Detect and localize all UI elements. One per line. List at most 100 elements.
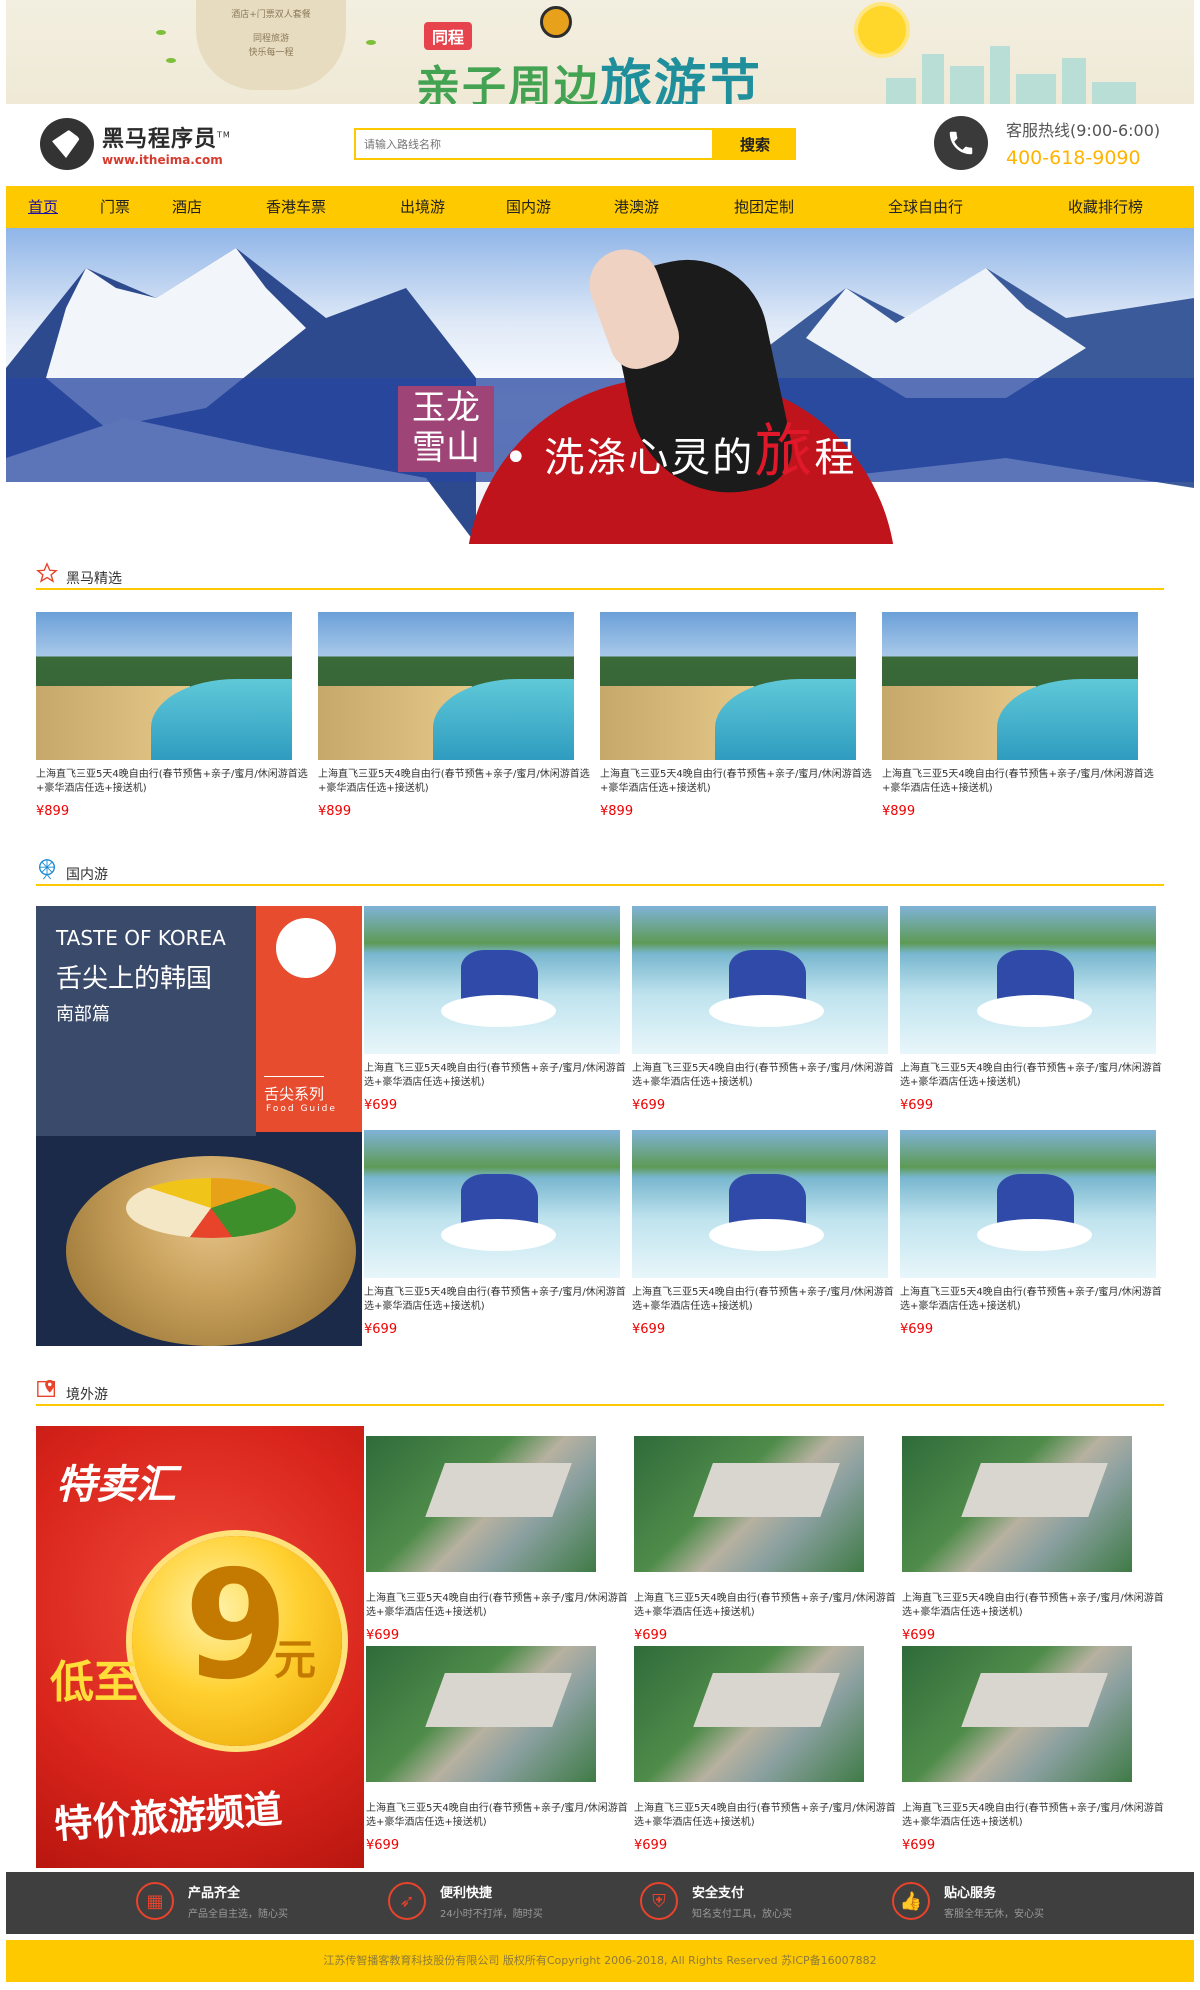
section-header-featured: 黑马精选	[36, 558, 1164, 590]
hero-banner[interactable]: 玉龙 雪山 • 洗涤心灵的旅程	[6, 228, 1194, 544]
copyright-text: 江苏传智播客教育科技股份有限公司 版权所有Copyright 2006-2018…	[323, 1954, 877, 1967]
service-features: ▦ 产品齐全 产品全自主选，随心买 ➶ 便利快捷 24小时不打烊，随时买 ⛨ 安…	[6, 1872, 1194, 1934]
product-price: ¥699	[366, 1838, 400, 1853]
product-card[interactable]: 上海直飞三亚5天4晚自由行(春节预售+亲子/蜜月/休闲游首选+豪华酒店任选+接送…	[366, 1436, 632, 1643]
logo-text: 黑马程序员TM	[102, 127, 231, 152]
nav-item-hk-macau[interactable]: 港澳游	[614, 186, 659, 228]
product-image[interactable]	[366, 1646, 596, 1782]
product-title[interactable]: 上海直飞三亚5天4晚自由行(春节预售+亲子/蜜月/休闲游首选+豪华酒店任选+接送…	[600, 768, 882, 796]
product-card[interactable]: 上海直飞三亚5天4晚自由行(春节预售+亲子/蜜月/休闲游首选+豪华酒店任选+接送…	[632, 906, 898, 1113]
feature-title: 贴心服务	[944, 1886, 997, 1901]
product-image[interactable]	[632, 1130, 888, 1278]
promo-en-title: TASTE OF KOREA	[56, 926, 226, 950]
product-title[interactable]: 上海直飞三亚5天4晚自由行(春节预售+亲子/蜜月/休闲游首选+豪华酒店任选+接送…	[36, 768, 318, 796]
product-card[interactable]: 上海直飞三亚5天4晚自由行(春节预售+亲子/蜜月/休闲游首选+豪华酒店任选+接送…	[366, 1646, 632, 1853]
product-image[interactable]	[318, 612, 574, 760]
main-nav: 首页 门票 酒店 香港车票 出境游 国内游 港澳游 抱团定制 全球自由行 收藏排…	[6, 186, 1194, 228]
product-title[interactable]: 上海直飞三亚5天4晚自由行(春节预售+亲子/蜜月/休闲游首选+豪华酒店任选+接送…	[366, 1592, 632, 1620]
sun-icon	[858, 6, 906, 54]
product-image[interactable]	[632, 906, 888, 1054]
promo-side-panel: 舌尖系列 Food Guide	[256, 906, 362, 1132]
product-image[interactable]	[364, 906, 620, 1054]
product-image[interactable]	[634, 1436, 864, 1572]
horse-logo-icon	[40, 118, 94, 170]
product-price: ¥899	[882, 804, 916, 819]
product-image[interactable]	[36, 612, 292, 760]
featured-grid: 上海直飞三亚5天4晚自由行(春节预售+亲子/蜜月/休闲游首选+豪华酒店任选+接送…	[6, 590, 1194, 850]
product-title[interactable]: 上海直飞三亚5天4晚自由行(春节预售+亲子/蜜月/休闲游首选+豪华酒店任选+接送…	[902, 1802, 1168, 1830]
product-card[interactable]: 上海直飞三亚5天4晚自由行(春节预售+亲子/蜜月/休闲游首选+豪华酒店任选+接送…	[318, 612, 600, 819]
product-card[interactable]: 上海直飞三亚5天4晚自由行(春节预售+亲子/蜜月/休闲游首选+豪华酒店任选+接送…	[36, 612, 318, 819]
hotline-label: 客服热线(9:00-6:00)	[1006, 121, 1161, 140]
feature-title: 产品齐全	[188, 1886, 241, 1901]
top-promo-banner[interactable]: 酒店+门票双人套餐 同程旅游 快乐每一程 同程 亲子周边旅游节	[6, 0, 1194, 104]
product-image[interactable]	[900, 1130, 1156, 1278]
nav-item-custom-group[interactable]: 抱团定制	[734, 186, 794, 228]
abroad-section: 境外游 特卖汇 低至 9 元 特价旅游频道 上海直飞三亚5天4晚自由行(春节预售…	[6, 1374, 1194, 1868]
product-card[interactable]: 上海直飞三亚5天4晚自由行(春节预售+亲子/蜜月/休闲游首选+豪华酒店任选+接送…	[634, 1646, 900, 1853]
product-image[interactable]	[900, 906, 1156, 1054]
rocket-icon: ➶	[388, 1882, 426, 1920]
feature-item: ➶ 便利快捷 24小时不打烊，随时买	[388, 1882, 543, 1920]
city-skyline	[1092, 82, 1136, 104]
promo-number: 9	[184, 1539, 289, 1713]
product-image[interactable]	[902, 1436, 1132, 1572]
search-button[interactable]: 搜索	[714, 128, 796, 160]
bibimbap-toppings	[126, 1178, 296, 1238]
product-title[interactable]: 上海直飞三亚5天4晚自由行(春节预售+亲子/蜜月/休闲游首选+豪华酒店任选+接送…	[366, 1802, 632, 1830]
promo-card-line: 酒店+门票双人套餐	[231, 10, 311, 20]
product-image[interactable]	[634, 1646, 864, 1782]
product-card[interactable]: 上海直飞三亚5天4晚自由行(春节预售+亲子/蜜月/休闲游首选+豪华酒店任选+接送…	[900, 906, 1166, 1113]
nav-item-outbound[interactable]: 出境游	[400, 186, 445, 228]
product-price: ¥899	[318, 804, 352, 819]
product-card[interactable]: 上海直飞三亚5天4晚自由行(春节预售+亲子/蜜月/休闲游首选+豪华酒店任选+接送…	[900, 1130, 1166, 1337]
featured-section: 黑马精选 上海直飞三亚5天4晚自由行(春节预售+亲子/蜜月/休闲游首选+豪华酒店…	[6, 558, 1194, 850]
product-card[interactable]: 上海直飞三亚5天4晚自由行(春节预售+亲子/蜜月/休闲游首选+豪华酒店任选+接送…	[634, 1436, 900, 1643]
product-card[interactable]: 上海直飞三亚5天4晚自由行(春节预售+亲子/蜜月/休闲游首选+豪华酒店任选+接送…	[600, 612, 882, 819]
product-image[interactable]	[600, 612, 856, 760]
product-price: ¥699	[632, 1098, 666, 1113]
thumbs-up-icon: 👍	[892, 1882, 930, 1920]
promo-card: 酒店+门票双人套餐 同程旅游 快乐每一程	[196, 0, 346, 90]
search-input[interactable]	[354, 128, 714, 160]
product-title[interactable]: 上海直飞三亚5天4晚自由行(春节预售+亲子/蜜月/休闲游首选+豪华酒店任选+接送…	[882, 768, 1164, 796]
promo-unit: 元	[274, 1635, 317, 1684]
korea-food-promo[interactable]: TASTE OF KOREA 舌尖上的韩国 南部篇 舌尖系列 Food Guid…	[36, 906, 362, 1346]
product-title[interactable]: 上海直飞三亚5天4晚自由行(春节预售+亲子/蜜月/休闲游首选+豪华酒店任选+接送…	[634, 1802, 900, 1830]
product-price: ¥699	[900, 1322, 934, 1337]
nav-item-tickets[interactable]: 门票	[100, 186, 130, 228]
nav-item-hk-bus[interactable]: 香港车票	[266, 186, 326, 228]
product-title[interactable]: 上海直飞三亚5天4晚自由行(春节预售+亲子/蜜月/休闲游首选+豪华酒店任选+接送…	[318, 768, 600, 796]
product-image[interactable]	[902, 1646, 1132, 1782]
product-title[interactable]: 上海直飞三亚5天4晚自由行(春节预售+亲子/蜜月/休闲游首选+豪华酒店任选+接送…	[634, 1592, 900, 1620]
product-card[interactable]: 上海直飞三亚5天4晚自由行(春节预售+亲子/蜜月/休闲游首选+豪华酒店任选+接送…	[902, 1436, 1168, 1643]
product-image[interactable]	[366, 1436, 596, 1572]
product-title[interactable]: 上海直飞三亚5天4晚自由行(春节预售+亲子/蜜月/休闲游首选+豪华酒店任选+接送…	[632, 1062, 898, 1090]
feature-title: 便利快捷	[440, 1886, 493, 1901]
city-skyline	[886, 78, 916, 104]
product-price: ¥699	[364, 1098, 398, 1113]
product-image[interactable]	[364, 1130, 620, 1278]
product-card[interactable]: 上海直飞三亚5天4晚自由行(春节预售+亲子/蜜月/休闲游首选+豪华酒店任选+接送…	[364, 1130, 630, 1337]
shield-icon: ⛨	[640, 1882, 678, 1920]
nav-item-ranking[interactable]: 收藏排行榜	[1068, 186, 1143, 228]
nav-item-domestic[interactable]: 国内游	[506, 186, 551, 228]
product-title[interactable]: 上海直飞三亚5天4晚自由行(春节预售+亲子/蜜月/休闲游首选+豪华酒店任选+接送…	[364, 1286, 630, 1314]
product-title[interactable]: 上海直飞三亚5天4晚自由行(春节预售+亲子/蜜月/休闲游首选+豪华酒店任选+接送…	[364, 1062, 630, 1090]
product-card[interactable]: 上海直飞三亚5天4晚自由行(春节预售+亲子/蜜月/休闲游首选+豪华酒店任选+接送…	[364, 906, 630, 1113]
product-card[interactable]: 上海直飞三亚5天4晚自由行(春节预售+亲子/蜜月/休闲游首选+豪华酒店任选+接送…	[902, 1646, 1168, 1853]
product-title[interactable]: 上海直飞三亚5天4晚自由行(春节预售+亲子/蜜月/休闲游首选+豪华酒店任选+接送…	[632, 1286, 898, 1314]
leaf-decoration	[366, 40, 376, 45]
product-title[interactable]: 上海直飞三亚5天4晚自由行(春节预售+亲子/蜜月/休闲游首选+豪华酒店任选+接送…	[900, 1062, 1166, 1090]
promo-series-en: Food Guide	[266, 1104, 337, 1114]
special-sale-promo[interactable]: 特卖汇 低至 9 元 特价旅游频道	[36, 1426, 364, 1868]
nav-item-home[interactable]: 首页	[28, 186, 58, 228]
product-title[interactable]: 上海直飞三亚5天4晚自由行(春节预售+亲子/蜜月/休闲游首选+豪华酒店任选+接送…	[900, 1286, 1166, 1314]
product-card[interactable]: 上海直飞三亚5天4晚自由行(春节预售+亲子/蜜月/休闲游首选+豪华酒店任选+接送…	[882, 612, 1164, 819]
site-logo[interactable]: 黑马程序员TM www.itheima.com	[40, 118, 231, 170]
product-image[interactable]	[882, 612, 1138, 760]
nav-item-hotel[interactable]: 酒店	[172, 186, 202, 228]
product-title[interactable]: 上海直飞三亚5天4晚自由行(春节预售+亲子/蜜月/休闲游首选+豪华酒店任选+接送…	[902, 1592, 1168, 1620]
product-card[interactable]: 上海直飞三亚5天4晚自由行(春节预售+亲子/蜜月/休闲游首选+豪华酒店任选+接送…	[632, 1130, 898, 1337]
nav-item-global-free[interactable]: 全球自由行	[888, 186, 963, 228]
